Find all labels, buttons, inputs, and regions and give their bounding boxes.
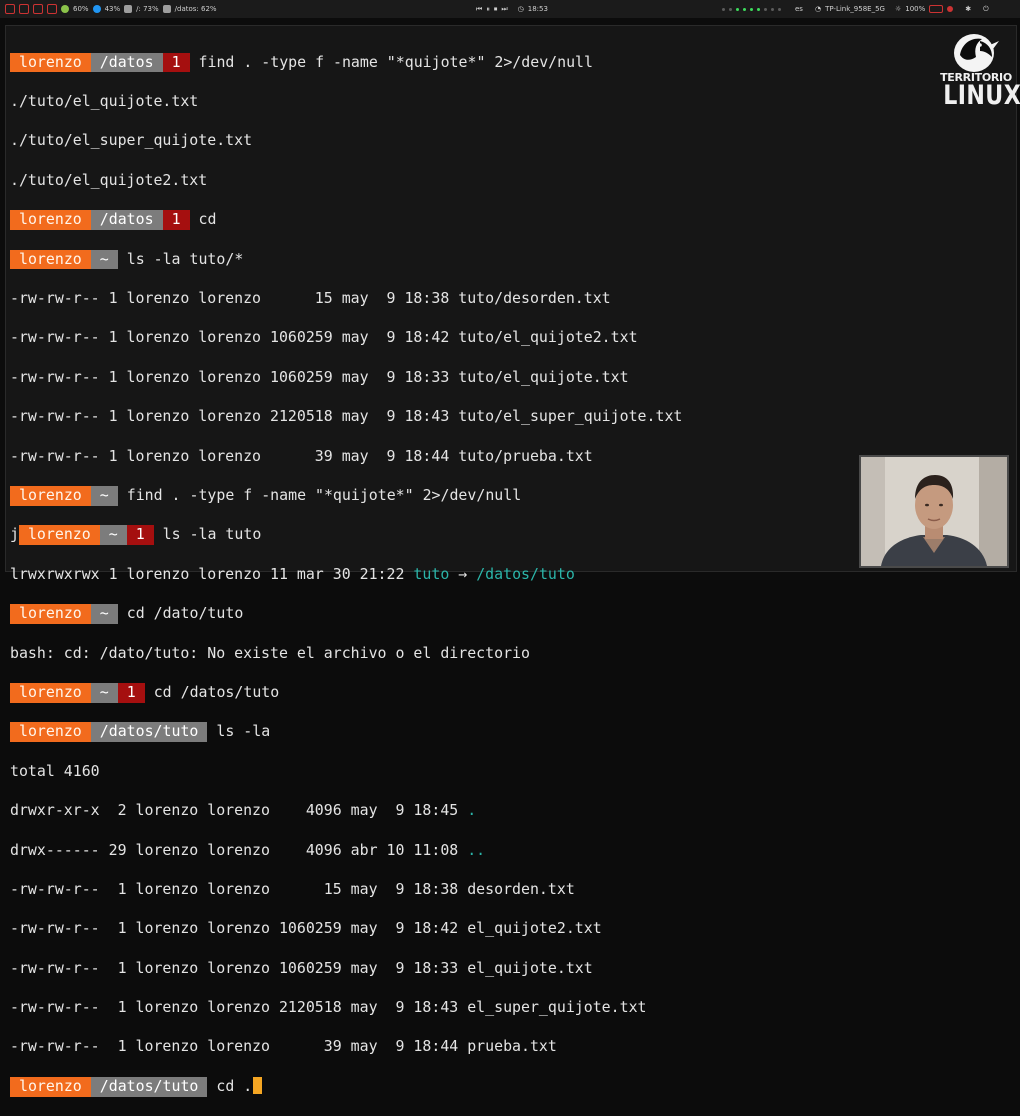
webcam-overlay: [859, 455, 1009, 568]
disk-datos-usage: /datos: 62%: [174, 5, 217, 13]
disk-icon: [162, 5, 171, 13]
clock[interactable]: 18:53: [528, 5, 548, 13]
prompt-line: lorenzo/datos/tuto ls -la: [10, 722, 682, 743]
prompt-line: lorenzo/datos 1 cd: [10, 210, 682, 230]
command-text: ls -la: [216, 722, 271, 741]
output-line: -rw-rw-r-- 1 lorenzo lorenzo 39 may 9 18…: [10, 1037, 557, 1056]
output-line: total 4160: [10, 761, 100, 780]
prompt-dir: /datos/tuto: [90, 722, 208, 743]
output-line: -rw-rw-r-- 1 lorenzo lorenzo 1060259 may…: [10, 328, 638, 347]
prev-icon[interactable]: ⏮: [476, 5, 482, 14]
prompt-line: lorenzo ~1 cd /datos/tuto: [10, 682, 682, 703]
output-line: -rw-rw-r-- 1 lorenzo lorenzo 39 may 9 18…: [10, 446, 593, 465]
prompt-error-code: 1: [126, 525, 154, 546]
prompt-user: lorenzo: [10, 249, 91, 270]
penguin-logo-icon: [954, 34, 999, 72]
output-line: -rw-rw-r-- 1 lorenzo lorenzo 2120518 may…: [10, 407, 683, 426]
battery-icon: [929, 5, 944, 13]
command-text: cd /datos/tuto: [153, 682, 280, 701]
prompt-dir: ~: [90, 486, 118, 506]
cpu-usage: 60%: [73, 5, 89, 13]
prompt-error-code: 1: [162, 52, 190, 73]
command-text: find . -type f -name "*quijote*" 2>/dev/…: [126, 486, 522, 504]
prompt-user: lorenzo: [18, 525, 100, 546]
window-icon[interactable]: [47, 4, 57, 14]
prompt-line: lorenzo/datos/tuto cd .: [10, 1076, 682, 1097]
output-line: -rw-rw-r-- 1 lorenzo lorenzo 1060259 may…: [10, 919, 602, 938]
workspace-indicator[interactable]: [720, 5, 783, 13]
stray-input-char: j: [10, 525, 19, 544]
stop-icon[interactable]: ⏹: [494, 5, 498, 14]
prompt-user: lorenzo: [10, 210, 91, 230]
monitor-icon[interactable]: [19, 4, 29, 14]
prompt-dir: ~: [90, 249, 118, 270]
prompt-user: lorenzo: [10, 1076, 91, 1097]
disk-root-usage: /: 73%: [136, 5, 159, 13]
prompt-line: lorenzo ~ ls -la tuto/*: [10, 249, 682, 270]
command-input[interactable]: cd .: [207, 1077, 252, 1095]
output-line: ./tuto/el_super_quijote.txt: [10, 131, 253, 150]
command-text: cd /dato/tuto: [126, 604, 244, 623]
terminal-icon[interactable]: [5, 4, 15, 14]
prompt-line: lorenzo/datos 1 find . -type f -name "*qui…: [10, 52, 682, 73]
output-line: -rw-rw-r-- 1 lorenzo lorenzo 1060259 may…: [10, 958, 593, 977]
text-cursor: [253, 1076, 263, 1094]
clock-icon: ◷: [517, 5, 524, 13]
output-line: -rw-rw-r-- 1 lorenzo lorenzo 2120518 may…: [10, 998, 647, 1017]
bluetooth-icon[interactable]: ✱: [965, 5, 971, 13]
prompt-dir: /datos: [90, 210, 163, 230]
memory-icon: [92, 5, 101, 13]
prompt-dir: /datos: [90, 52, 163, 73]
command-text: ls -la tuto: [162, 525, 262, 544]
memory-usage: 43%: [104, 5, 121, 13]
command-text: cd: [198, 210, 217, 229]
pause-icon[interactable]: ⏸: [486, 5, 490, 14]
logo-text-bottom: LINUX: [943, 80, 1020, 111]
prompt-error-code: 1: [162, 210, 190, 230]
prompt-dir: ~: [99, 525, 127, 546]
prompt-error-code: 1: [117, 682, 145, 703]
command-text: find . -type f -name "*quijote*" 2>/dev/…: [198, 52, 593, 71]
prompt-user: lorenzo: [10, 604, 91, 624]
power-icon[interactable]: ⏻: [983, 5, 989, 14]
command-text: ls -la tuto/*: [126, 249, 244, 268]
terminal-output: lorenzo/datos 1 find . -type f -name "*qui…: [10, 33, 682, 1116]
prompt-dir: ~: [90, 604, 118, 624]
volume-level[interactable]: 100%: [905, 5, 925, 13]
network-name[interactable]: TP-Link_958E_5G: [825, 5, 885, 13]
output-line: ./tuto/el_quijote.txt: [10, 92, 199, 111]
dir-entry: drwxr-xr-x 2 lorenzo lorenzo 4096 may 9 …: [10, 801, 682, 821]
presenter-video: [861, 457, 1007, 566]
output-line: -rw-rw-r-- 1 lorenzo lorenzo 15 may 9 18…: [10, 879, 575, 898]
cpu-icon: [61, 5, 69, 13]
dir-entry-info: drwxr-xr-x 2 lorenzo lorenzo 4096 may 9 …: [10, 801, 468, 820]
error-line: bash: cd: /dato/tuto: No existe el archi…: [10, 643, 530, 662]
prompt-user: lorenzo: [10, 486, 91, 506]
prompt-user: lorenzo: [10, 52, 91, 73]
channel-logo: TERRITORIO LINUX: [936, 29, 1020, 115]
disk-icon: [124, 5, 133, 13]
next-icon[interactable]: ⏭: [501, 5, 507, 14]
prompt-user: lorenzo: [10, 722, 91, 743]
prompt-dir: /datos/tuto: [90, 1076, 208, 1097]
keyboard-layout[interactable]: es: [795, 5, 803, 13]
wifi-icon[interactable]: ◔: [815, 5, 821, 13]
prompt-dir: ~: [90, 682, 118, 703]
output-line: -rw-rw-r-- 1 lorenzo lorenzo 15 may 9 18…: [10, 289, 611, 308]
dir-entry-info: drwx------ 29 lorenzo lorenzo 4096 abr 1…: [10, 840, 468, 859]
brightness-icon[interactable]: ☼: [895, 5, 901, 13]
output-line: ./tuto/el_quijote2.txt: [10, 170, 208, 189]
prompt-line: lorenzo ~ find . -type f -name "*quijote*"…: [10, 486, 682, 506]
symlink-line: lrwxrwxrwx 1 lorenzo lorenzo 11 mar 30 2…: [10, 565, 682, 585]
mic-icon[interactable]: [947, 6, 954, 12]
prompt-user: lorenzo: [10, 682, 91, 703]
top-panel: 60% 43% /: 73% /datos: 62% ⏮ ⏸ ⏹ ⏭ ◷ 18:…: [0, 0, 1020, 18]
dir-entry: drwx------ 29 lorenzo lorenzo 4096 abr 1…: [10, 841, 682, 861]
output-line: -rw-rw-r-- 1 lorenzo lorenzo 1060259 may…: [10, 367, 629, 386]
app-icon[interactable]: [33, 4, 43, 14]
dir-entry-name: .: [467, 801, 477, 820]
dir-entry-name: ..: [467, 840, 486, 859]
prompt-line: lorenzo ~ cd /dato/tuto: [10, 604, 682, 624]
prompt-line: j lorenzo ~1 ls -la tuto: [10, 525, 682, 546]
